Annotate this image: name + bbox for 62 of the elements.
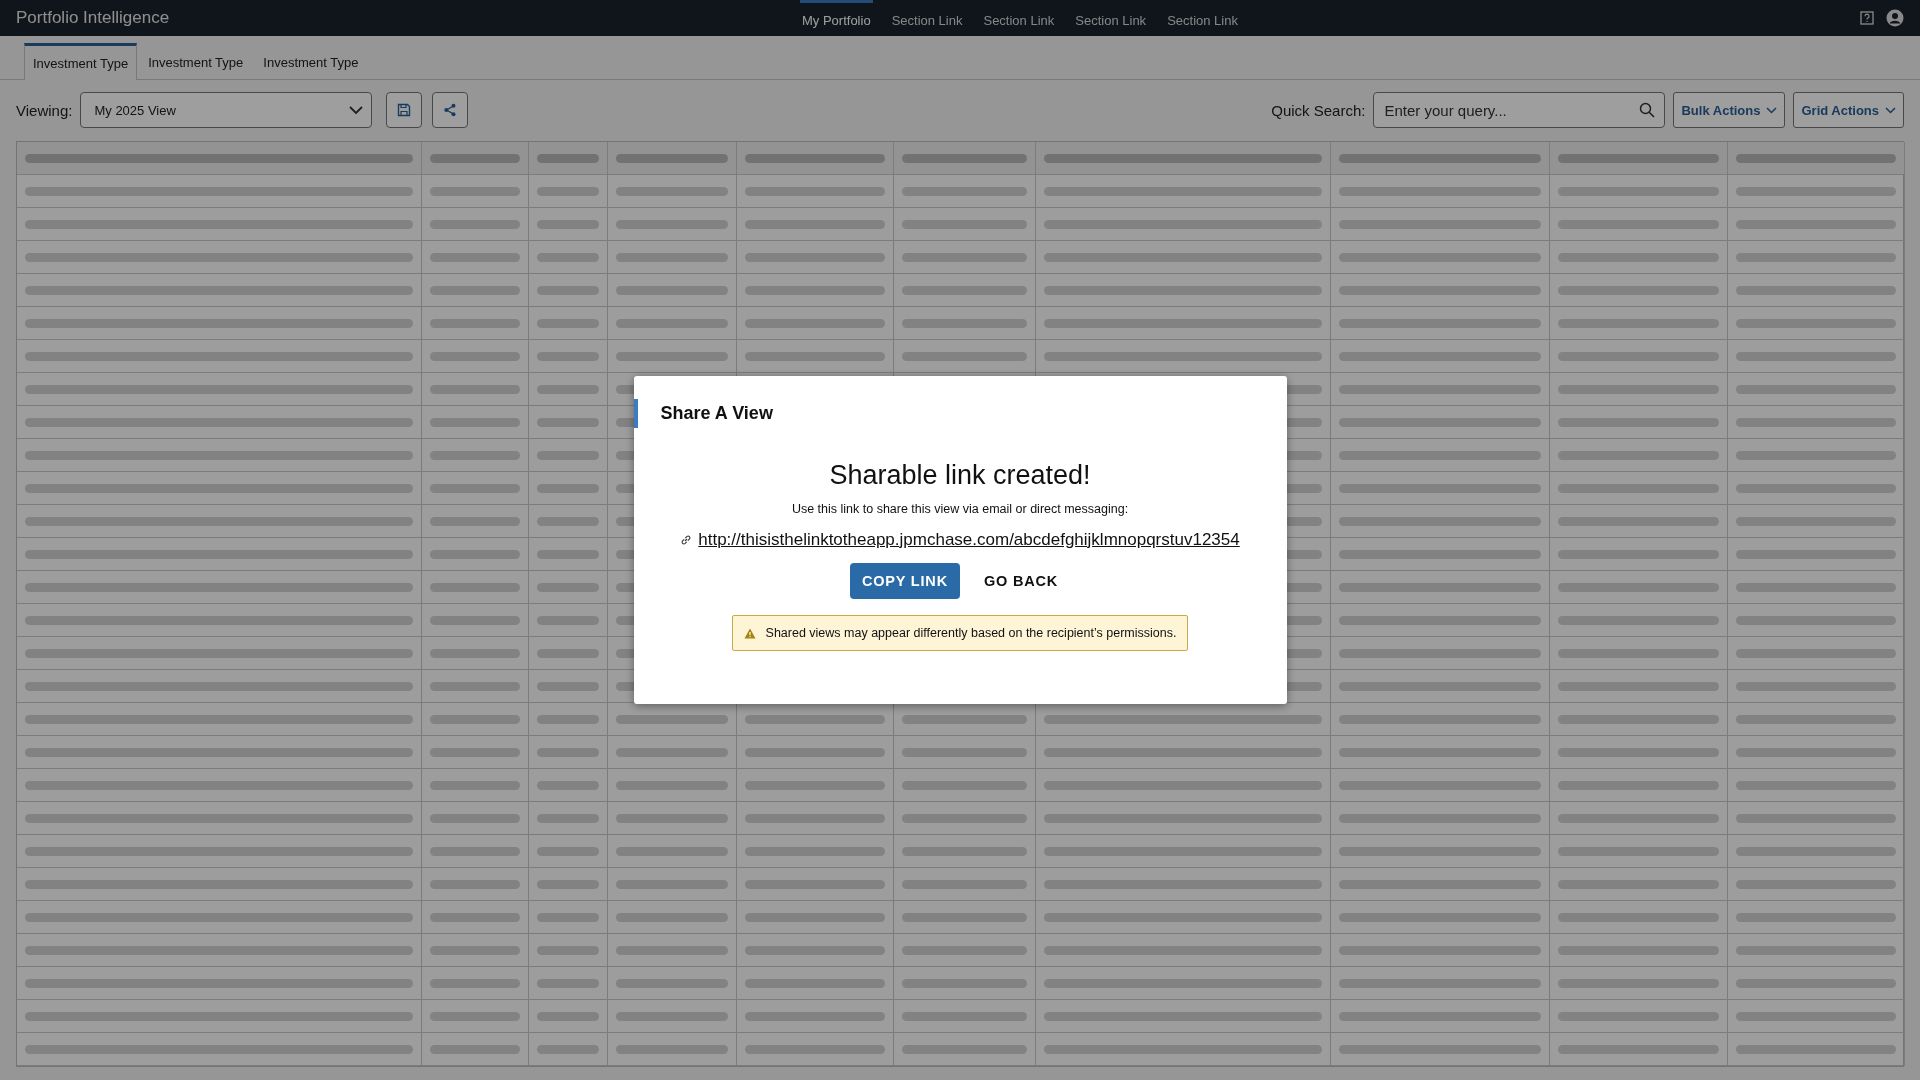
skeleton-bar (537, 714, 599, 724)
skeleton-bar (537, 318, 599, 328)
tab[interactable]: Investment Type (139, 44, 253, 80)
view-select[interactable]: My 2025 View (80, 92, 373, 128)
dialog-instructions: Use this link to share this view via email or direct messaging: (791, 502, 1129, 516)
nav-link[interactable]: Section Link (1073, 0, 1149, 36)
skeleton-bar (537, 1011, 599, 1021)
skeleton-bar (537, 384, 599, 394)
share-link[interactable]: http://thisisthelinktotheapp.jpmchase.com/abcdefghijklmnopqrstuv12354 (698, 530, 1240, 550)
dialog-title: Share A View (633, 399, 1287, 428)
search-icon (1639, 102, 1656, 118)
help-icon[interactable] (1860, 11, 1874, 25)
link-icon (680, 534, 693, 546)
dialog-heading: Sharable link created! (829, 460, 1091, 491)
save-button[interactable] (386, 92, 423, 128)
skeleton-bar (537, 681, 599, 691)
skeleton-bar (537, 648, 599, 658)
skeleton-bar (537, 186, 599, 196)
chevron-down-icon (349, 105, 364, 115)
warning-text: Shared views may appear differently based on the recipient’s permissions. (765, 626, 1177, 640)
skeleton-bar (537, 879, 599, 889)
skeleton-bar (537, 1044, 599, 1054)
share-button[interactable] (432, 92, 469, 128)
skeleton-bar (537, 978, 599, 988)
actions-menu-button[interactable]: Bulk Actions (1673, 92, 1786, 128)
viewing-label: Viewing: (16, 101, 73, 119)
floppy-disk-icon (397, 103, 412, 117)
search-field[interactable]: Enter your query... (1373, 92, 1666, 128)
skeleton-bar (537, 582, 599, 592)
skeleton-bar (537, 450, 599, 460)
skeleton-bar (537, 483, 599, 493)
user-avatar-icon[interactable] (1886, 9, 1904, 27)
nav-link[interactable]: My Portfolio (800, 0, 873, 36)
quick-search-label: Quick Search: (1271, 101, 1366, 119)
skeleton-bar (537, 351, 599, 361)
go-back-button[interactable]: GO BACK (971, 563, 1070, 599)
tab[interactable]: Investment Type (254, 44, 368, 80)
skeleton-bar (537, 516, 599, 526)
chevron-down-icon (1766, 106, 1778, 114)
skeleton-bar (537, 285, 599, 295)
chevron-down-icon (1885, 106, 1896, 114)
skeleton-bar (537, 780, 599, 790)
skeleton-bar (537, 219, 599, 229)
nav-link[interactable]: Section Link (1165, 0, 1240, 36)
warning-icon (743, 627, 756, 639)
tab[interactable]: Investment Type (24, 43, 138, 80)
skeleton-bar (537, 417, 599, 427)
skeleton-bar (537, 945, 599, 955)
nav-link[interactable]: Section Link (889, 0, 965, 36)
skeleton-bar (537, 615, 599, 625)
skeleton-bar (537, 153, 599, 163)
skeleton-bar (537, 912, 599, 922)
skeleton-bar (537, 813, 599, 823)
share-icon (443, 103, 458, 117)
copy-link-button[interactable]: COPY LINK (850, 563, 960, 599)
skeleton-bar (537, 252, 599, 262)
app-title: Portfolio Intelligence (16, 8, 170, 28)
skeleton-bar (537, 747, 599, 757)
skeleton-bar (537, 549, 599, 559)
actions-menu-button[interactable]: Grid Actions (1793, 92, 1904, 128)
nav-link[interactable]: Section Link (981, 0, 1057, 36)
skeleton-bar (537, 846, 599, 856)
